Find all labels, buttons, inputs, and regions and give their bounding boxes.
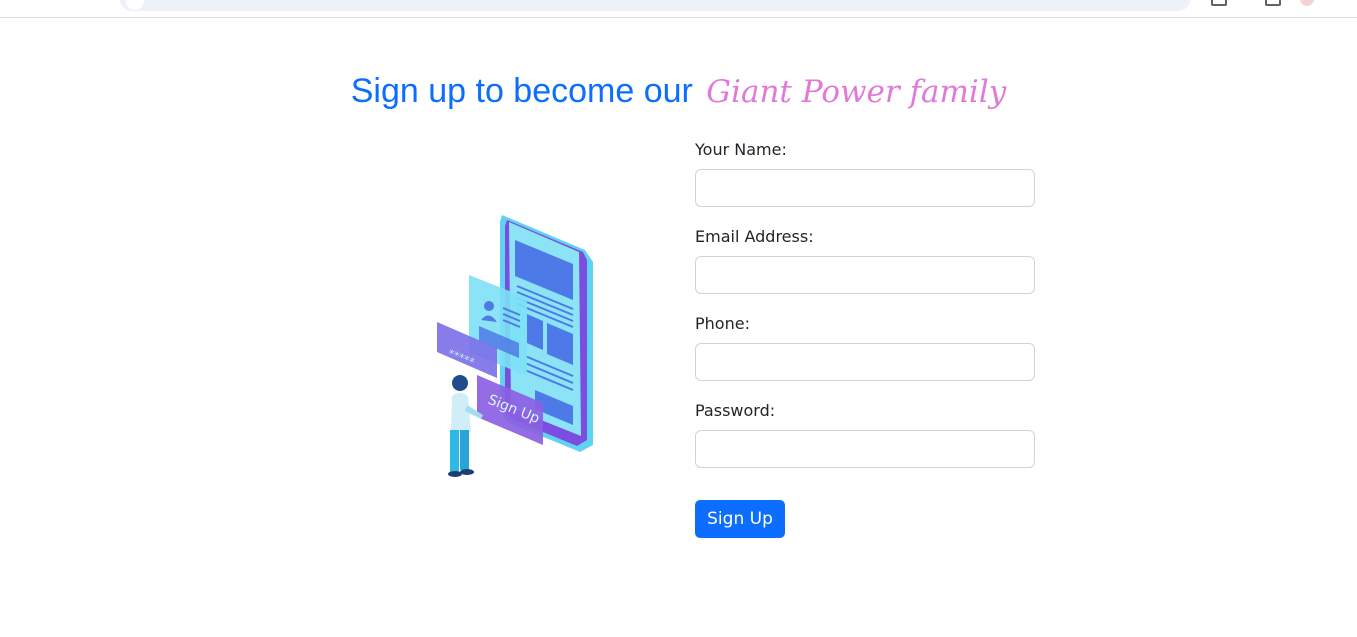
page-title: Sign up to become our Giant Power family <box>0 72 1357 111</box>
phone-field: Phone: <box>695 314 1035 381</box>
extensions-icon[interactable] <box>1211 0 1227 6</box>
sidepanel-icon[interactable] <box>1265 0 1281 6</box>
email-field: Email Address: <box>695 227 1035 294</box>
signup-form: Your Name: Email Address: Phone: Passwor… <box>695 140 1035 488</box>
password-label: Password: <box>695 401 776 420</box>
name-input[interactable] <box>695 169 1035 207</box>
email-input[interactable] <box>695 256 1035 294</box>
name-label: Your Name: <box>695 140 787 159</box>
title-accent: Giant Power family <box>706 74 1007 110</box>
profile-avatar[interactable] <box>1300 0 1314 6</box>
password-input[interactable] <box>695 430 1035 468</box>
email-label: Email Address: <box>695 227 814 246</box>
browser-toolbar: ☆ <box>0 0 1357 18</box>
title-main: Sign up to become our <box>350 72 693 110</box>
password-field: Password: <box>695 401 1035 468</box>
site-info-icon[interactable] <box>126 0 144 10</box>
phone-label: Phone: <box>695 314 750 333</box>
phone-input[interactable] <box>695 343 1035 381</box>
signup-illustration: ***** Sign Up <box>437 215 593 477</box>
address-bar[interactable]: ☆ <box>120 0 1190 11</box>
name-field: Your Name: <box>695 140 1035 207</box>
signup-button[interactable]: Sign Up <box>695 500 785 538</box>
